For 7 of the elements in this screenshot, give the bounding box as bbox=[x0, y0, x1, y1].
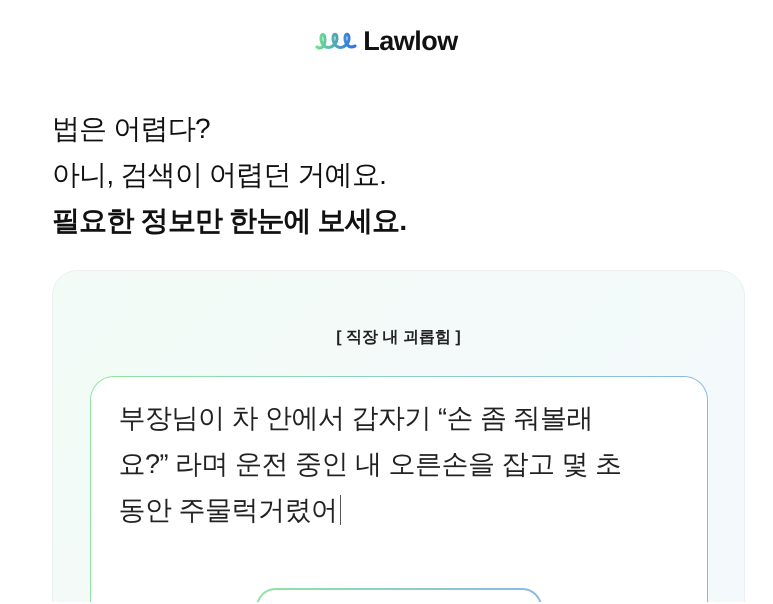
headline-text: 아니, 검색이 어렵던 거예요. bbox=[52, 158, 386, 192]
message-input-field[interactable]: 부장님이 차 안에서 갑자기 “손 좀 줘볼래요?” 라며 운전 중인 내 오른손을 잡고 몇 초 동안 주물럭거렸어 bbox=[90, 376, 708, 602]
loops-icon bbox=[315, 30, 358, 52]
category-label: [ 직장 내 괴롭힘 ] bbox=[336, 328, 461, 348]
headline-text: 법은 어렵다? bbox=[52, 112, 210, 146]
logo-text: Lawlow bbox=[363, 26, 458, 56]
headline-text: 필요한 정보만 한눈에 보세요. bbox=[52, 204, 406, 238]
